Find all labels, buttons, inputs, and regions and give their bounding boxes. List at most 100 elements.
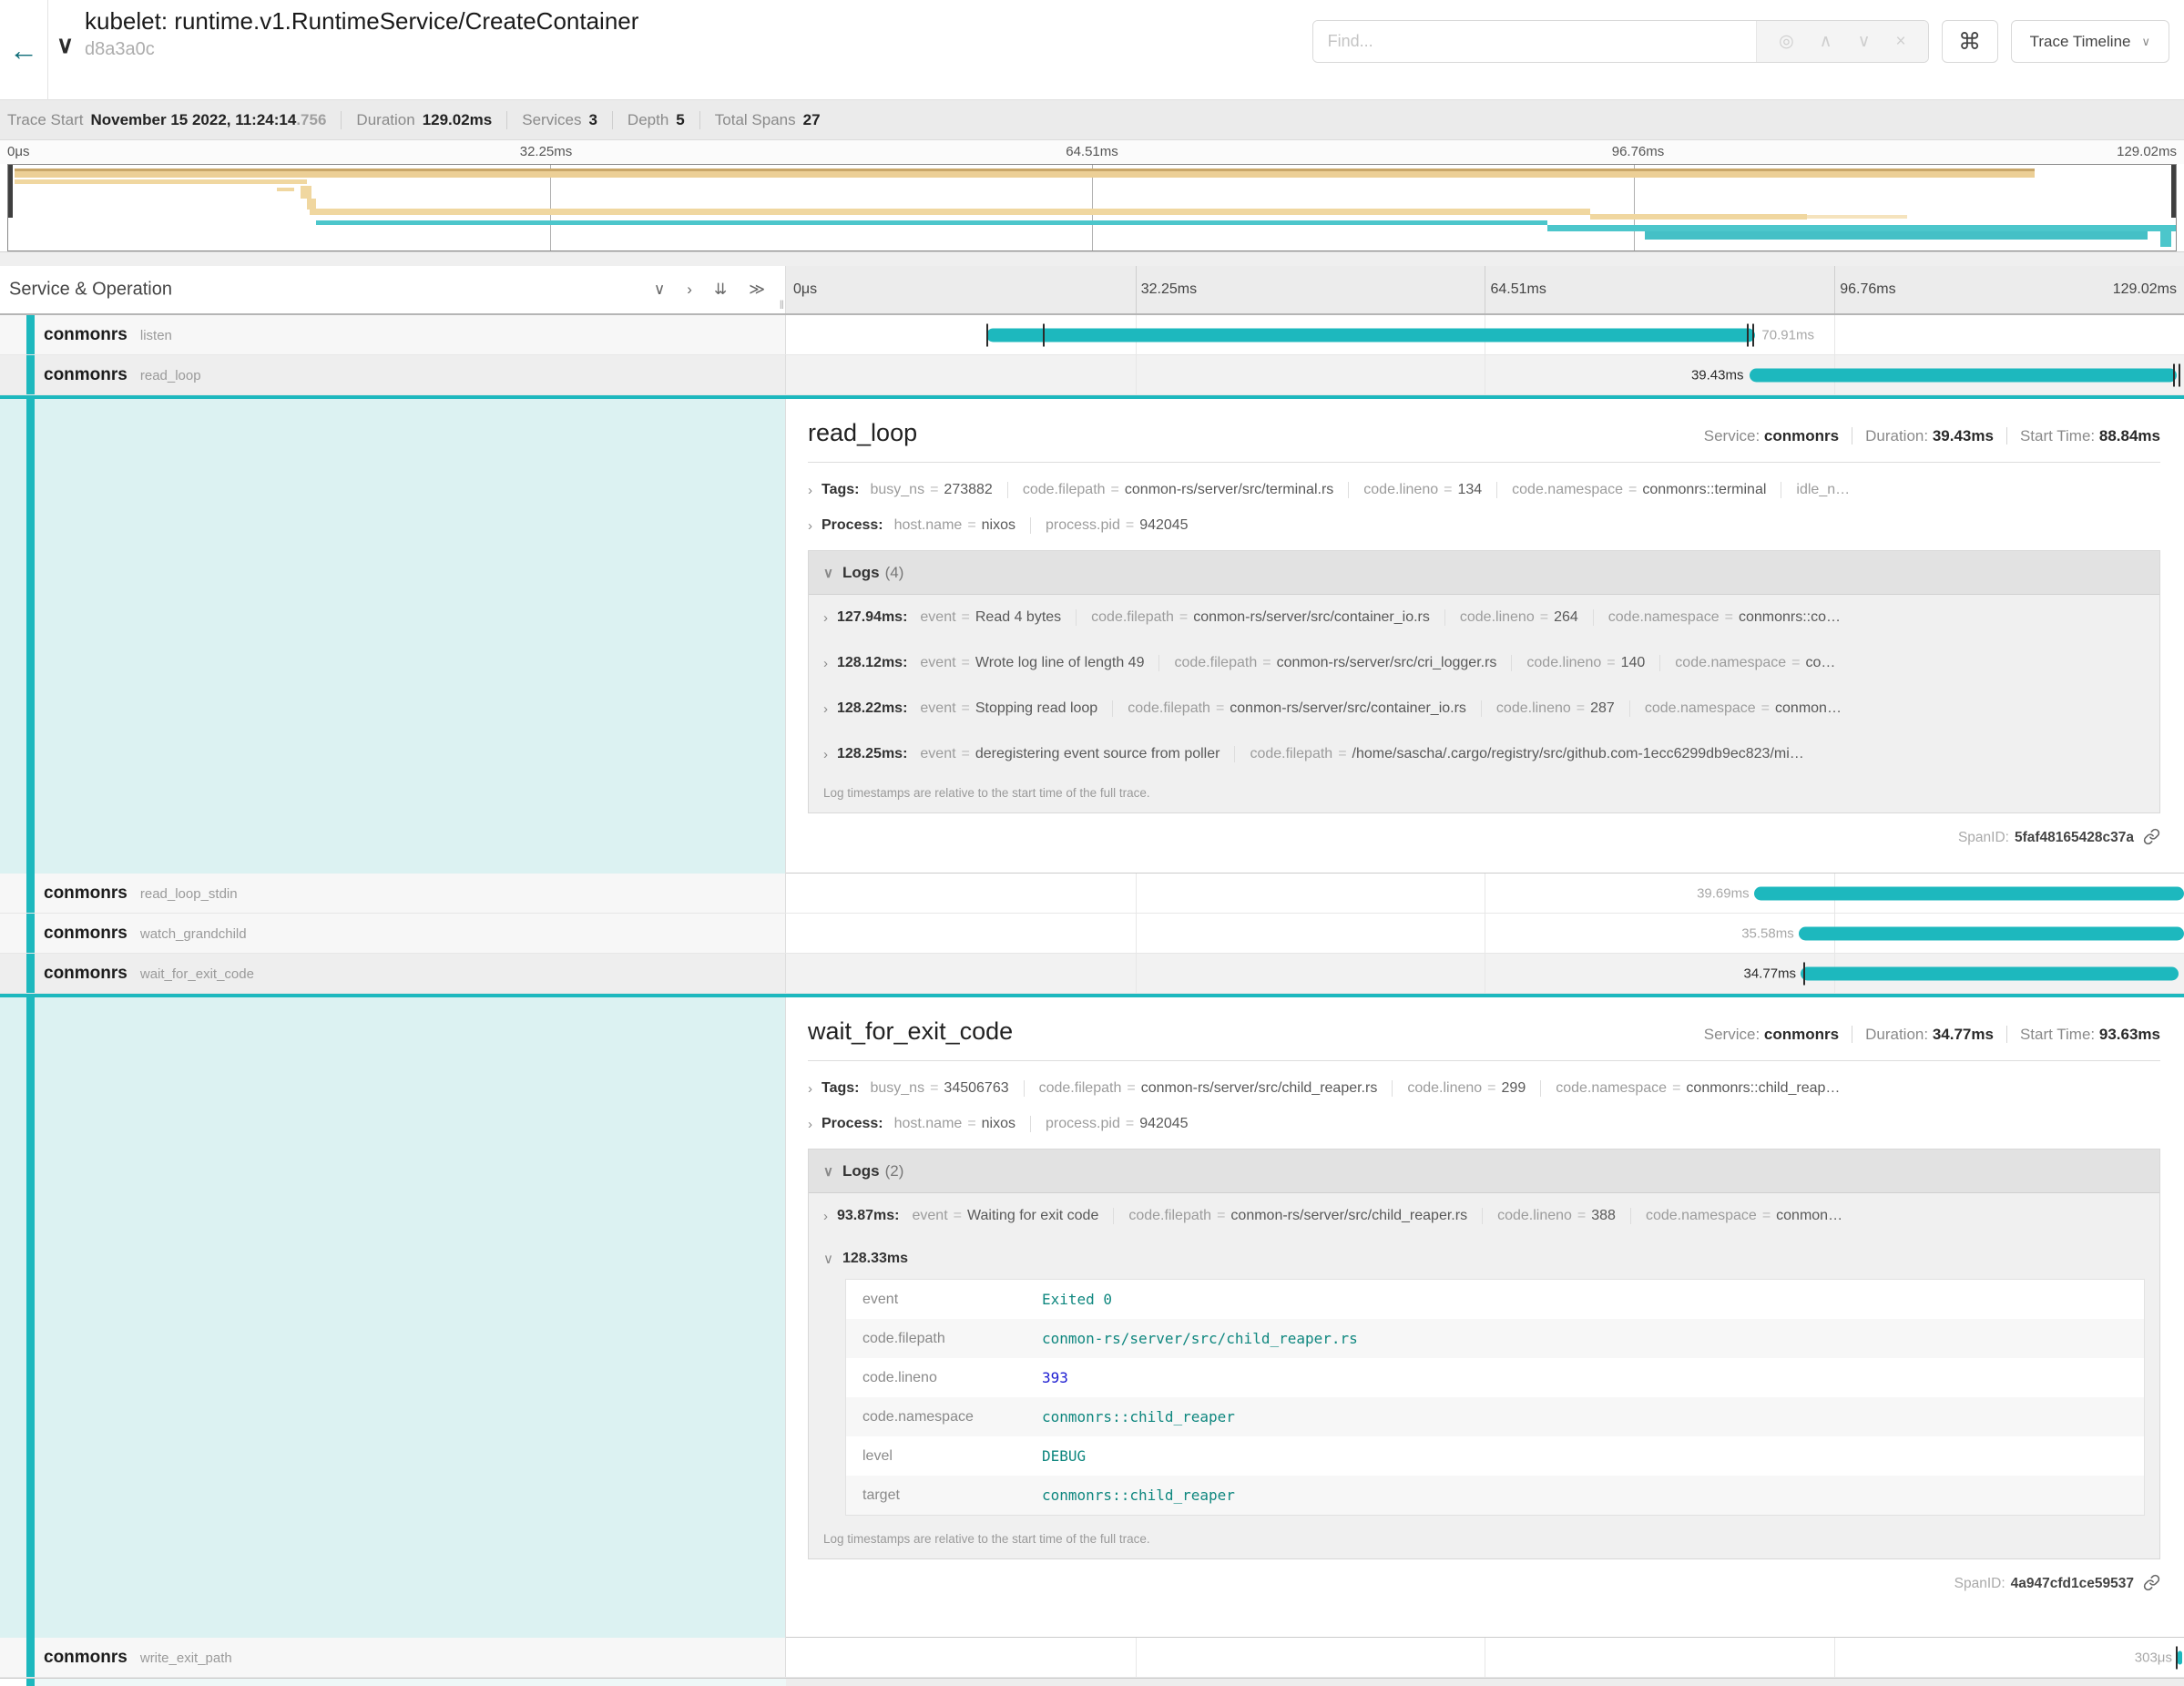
tag-pair: idle_n… [1781, 482, 1861, 498]
view-selector-button[interactable]: Trace Timeline ∨ [2011, 20, 2169, 63]
tag-pair: code.namespace=conmonrs::child_reap… [1540, 1080, 1840, 1097]
chevron-right-icon[interactable]: › [808, 483, 812, 498]
span-row-read-loop-stdin[interactable]: conmonrsread_loop_stdin 39.69ms [0, 874, 2184, 914]
service-name: conmonrs [44, 884, 128, 903]
log-entry[interactable]: › 128.22ms: event=Stopping read loopcode… [809, 686, 2159, 731]
detail-left-gutter [0, 399, 786, 874]
log-timestamp: 128.12ms: [837, 655, 907, 671]
log-field-pair: event=Wrote log line of length 49 [920, 655, 1144, 671]
chevron-right-icon[interactable]: › [808, 518, 812, 534]
span-timeline-cell[interactable]: 34.77ms [786, 954, 2184, 993]
chevron-right-icon[interactable]: › [823, 747, 828, 762]
span-duration-bar[interactable] [986, 328, 1755, 342]
minimap-ruler: 0μs 32.25ms 64.51ms 96.76ms 129.02ms [0, 140, 2184, 164]
span-timeline-cell[interactable]: 39.69ms [786, 874, 2184, 913]
minimap-drag-handle-right[interactable] [2171, 165, 2176, 218]
log-field-pair: code.lineno=264 [1444, 609, 1578, 626]
log-field-pair: event=Read 4 bytes [920, 609, 1061, 626]
span-row-wait-for-exit-code[interactable]: conmonrswait_for_exit_code 34.77ms [0, 954, 2184, 994]
logs-footnote: Log timestamps are relative to the start… [809, 777, 2159, 812]
clear-find-icon[interactable]: × [1896, 32, 1906, 52]
span-service-cell[interactable]: conmonrswrite_exit_path [0, 1638, 786, 1677]
span-row-listen[interactable]: conmonrslisten 70.91ms [0, 315, 2184, 355]
log-entry[interactable]: › 93.87ms: event=Waiting for exit codeco… [809, 1193, 2159, 1239]
span-id-row: SpanID:4a947cfd1ce59537 [808, 1574, 2160, 1592]
summary-item: Total Spans27 [699, 111, 821, 129]
detail-meta: Service: conmonrsDuration: 34.77msStart … [1704, 1026, 2160, 1044]
detail-left-gutter [0, 997, 786, 1638]
chevron-right-icon[interactable]: › [823, 656, 828, 671]
minimap-gridline [1634, 165, 1635, 250]
span-timeline-cell[interactable]: 39.43ms [786, 355, 2184, 394]
process-pair: host.name=nixos [894, 517, 1015, 534]
span-duration-bar[interactable] [1801, 966, 2178, 980]
scroll-to-match-icon[interactable]: ◎ [1779, 31, 1794, 52]
span-timeline-cell[interactable]: 70.91ms [786, 315, 2184, 354]
expand-one-icon[interactable]: › [687, 281, 692, 299]
span-service-cell[interactable]: conmonrswatch_grandchild [0, 914, 786, 953]
log-detail-row: code.lineno 393 [846, 1358, 2144, 1397]
find-input[interactable] [1313, 21, 1756, 62]
span-duration-bar[interactable] [1750, 368, 2178, 382]
trace-minimap[interactable] [7, 164, 2177, 251]
link-icon[interactable] [2143, 828, 2160, 845]
process-pair: process.pid=942045 [1030, 517, 1189, 534]
trace-collapse-icon[interactable]: ∨ [56, 31, 74, 59]
chevron-right-icon[interactable]: › [823, 701, 828, 717]
minimap-span-line [2160, 231, 2171, 247]
span-duration-bar[interactable] [2178, 1650, 2182, 1664]
process-row[interactable]: › Process: host.name=nixosprocess.pid=94… [808, 1116, 2160, 1132]
detail-service: conmonrs [1764, 1026, 1839, 1043]
chevron-right-icon[interactable]: › [808, 1117, 812, 1132]
span-timeline-cell[interactable]: 35.58ms [786, 914, 2184, 953]
logs-header[interactable]: ∨ Logs (4) [809, 551, 2159, 595]
chevron-right-icon[interactable]: › [808, 1081, 812, 1097]
log-field-pair: code.namespace=conmon… [1630, 1208, 1842, 1224]
span-duration-bar[interactable] [1799, 926, 2184, 940]
log-timestamp: 127.94ms: [837, 609, 907, 626]
timeline-tick-label: 0μs [793, 281, 817, 298]
log-entry[interactable]: › 128.25ms: event=deregistering event so… [809, 731, 2159, 777]
back-button[interactable]: ← [0, 0, 48, 100]
next-match-icon[interactable]: ∨ [1858, 31, 1871, 52]
tag-pair: busy_ns=273882 [870, 482, 992, 498]
tags-row[interactable]: › Tags: busy_ns=34506763code.filepath=co… [808, 1080, 2160, 1097]
span-service-cell[interactable]: conmonrslisten [0, 315, 786, 354]
trace-id: d8a3a0c [85, 39, 638, 60]
log-entry[interactable]: › 127.94ms: event=Read 4 bytescode.filep… [809, 595, 2159, 640]
collapse-all-icon[interactable]: ⇊ [714, 281, 727, 299]
column-resize-handle[interactable]: ‖ [780, 298, 784, 312]
chevron-right-icon[interactable]: › [823, 1209, 828, 1224]
operation-name: read_loop [140, 368, 201, 383]
collapse-one-icon[interactable]: ∨ [654, 281, 665, 299]
prev-match-icon[interactable]: ∧ [1820, 31, 1832, 52]
span-service-cell[interactable]: conmonrsread_loop [0, 355, 786, 394]
chevron-right-icon[interactable]: › [823, 610, 828, 626]
tag-pair: code.filepath=conmon-rs/server/src/termi… [1007, 482, 1333, 498]
link-icon[interactable] [2143, 1574, 2160, 1591]
expand-all-icon[interactable]: ≫ [749, 281, 765, 299]
span-color-accent [26, 1638, 35, 1677]
span-row-read-loop[interactable]: conmonrsread_loop 39.43ms [0, 355, 2184, 395]
expanded-log-header[interactable]: ∨ 128.33ms [809, 1239, 2159, 1279]
find-box: ◎ ∧ ∨ × [1312, 20, 1929, 63]
span-color-accent [26, 914, 35, 953]
span-timeline-cell[interactable]: 303μs [786, 1638, 2184, 1677]
log-entry[interactable]: › 128.12ms: event=Wrote log line of leng… [809, 640, 2159, 686]
tags-row[interactable]: › Tags: busy_ns=273882code.filepath=conm… [808, 482, 2160, 498]
operation-name: listen [140, 328, 172, 343]
span-duration-bar[interactable] [1754, 886, 2184, 900]
minimap-drag-handle-left[interactable] [8, 165, 13, 218]
span-row-watch-grandchild[interactable]: conmonrswatch_grandchild 35.58ms [0, 914, 2184, 954]
span-service-cell[interactable]: conmonrsread_loop_stdin [0, 874, 786, 913]
keyboard-shortcuts-button[interactable]: ⌘ [1942, 20, 1998, 63]
collapse-controls: ∨ › ⇊ ≫ [654, 281, 765, 299]
log-detail-table: event Exited 0 code.filepath conmon-rs/s… [845, 1279, 2145, 1516]
process-row[interactable]: › Process: host.name=nixosprocess.pid=94… [808, 517, 2160, 534]
detail-duration: 39.43ms [1933, 427, 1994, 444]
logs-header[interactable]: ∨ Logs (2) [809, 1150, 2159, 1193]
span-row-write-exit-path[interactable]: conmonrswrite_exit_path 303μs [0, 1638, 2184, 1678]
logs-section: ∨ Logs (2) › 93.87ms: event=Waiting for … [808, 1149, 2160, 1559]
timeline-tick-label: 96.76ms [1840, 281, 1895, 298]
span-service-cell[interactable]: conmonrswait_for_exit_code [0, 954, 786, 993]
